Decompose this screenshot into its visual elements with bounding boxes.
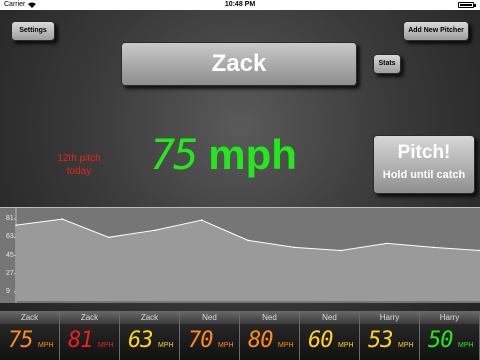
- speed-unit: mph: [208, 131, 297, 178]
- history-pitcher-name: Zack: [60, 311, 119, 324]
- history-pitcher-name: Harry: [420, 311, 479, 324]
- speed-point: [61, 218, 64, 220]
- speed-history-chart: 81 63 45 27 9: [0, 207, 480, 303]
- history-speed-unit: MPH: [278, 342, 294, 349]
- speed-readout: 75 mph: [150, 130, 297, 180]
- history-speed-unit: MPH: [338, 342, 354, 349]
- history-speed-value: 60: [308, 328, 333, 353]
- status-time: 10:48 PM: [224, 1, 256, 8]
- speed-point: [154, 229, 156, 232]
- history-cell: Ned 80 MPH: [240, 311, 300, 360]
- y-tick-label: 81: [6, 215, 14, 223]
- history-speed-unit: MPH: [458, 342, 474, 349]
- history-speed-unit: MPH: [398, 342, 414, 349]
- history-speed-value: 80: [248, 328, 273, 353]
- speed-point: [247, 239, 249, 242]
- history-speed-unit: MPH: [218, 342, 234, 349]
- speed-value: 75: [150, 130, 199, 179]
- history-speed-value: 53: [368, 328, 393, 353]
- history-speed-value: 70: [188, 328, 213, 353]
- y-tick-label: 45: [6, 251, 14, 259]
- history-cell: Ned 70 MPH: [180, 311, 240, 360]
- history-cell: Zack 81 MPH: [60, 311, 120, 360]
- pitch-button-subtitle: Hold until catch: [382, 169, 466, 181]
- y-tick-label: 9: [6, 287, 10, 295]
- history-speed-unit: MPH: [158, 342, 174, 349]
- history-pitcher-name: Ned: [240, 311, 299, 324]
- pitch-count-line1: 12th pitch: [57, 153, 101, 164]
- pitch-history-strip: Zack 75 MPH Zack 81 MPH Zack 63 MPH Ned 70 MPH Ned 80…: [0, 311, 480, 360]
- add-new-pitcher-button[interactable]: Add New Pitcher: [403, 21, 469, 41]
- history-speed-value: 81: [68, 328, 93, 353]
- history-cell: Harry 50 MPH: [420, 311, 480, 360]
- battery-icon: [458, 2, 474, 8]
- speed-point: [293, 246, 296, 249]
- history-cell: Zack 75 MPH: [0, 311, 60, 360]
- pitch-count-line2: today: [66, 166, 92, 177]
- speed-point: [108, 236, 110, 239]
- status-bar: Carrier 10:48 PM: [0, 0, 480, 10]
- history-speed-value: 50: [428, 328, 453, 353]
- stats-button[interactable]: Stats: [373, 54, 401, 74]
- speed-area: [16, 219, 480, 301]
- speed-point: [340, 249, 342, 252]
- y-tick-label: 63: [6, 233, 14, 241]
- speed-point: [15, 224, 17, 226]
- history-speed-value: 75: [8, 328, 33, 353]
- history-pitcher-name: Ned: [180, 311, 239, 324]
- pitch-count-label: 12th pitch today: [44, 152, 114, 178]
- pitcher-name-button[interactable]: Zack: [121, 42, 357, 86]
- history-pitcher-name: Harry: [360, 311, 419, 324]
- speed-point: [432, 246, 435, 249]
- history-cell: Harry 53 MPH: [360, 311, 420, 360]
- history-pitcher-name: Ned: [300, 311, 359, 324]
- history-speed-value: 63: [128, 328, 153, 353]
- history-speed-unit: MPH: [98, 342, 114, 349]
- speed-point: [200, 219, 203, 221]
- pitch-button[interactable]: Pitch! Hold until catch: [373, 135, 475, 194]
- battery-tip: [474, 4, 476, 7]
- history-speed-unit: MPH: [38, 342, 54, 349]
- history-pitcher-name: Zack: [0, 311, 59, 324]
- history-pitcher-name: Zack: [120, 311, 179, 324]
- history-cell: Ned 60 MPH: [300, 311, 360, 360]
- speed-history-plot: [14, 208, 480, 303]
- speed-point: [386, 242, 389, 245]
- history-cell: Zack 63 MPH: [120, 311, 180, 360]
- pitch-button-title: Pitch!: [397, 142, 451, 163]
- y-tick-label: 27: [6, 269, 14, 277]
- settings-button[interactable]: Settings: [11, 21, 55, 41]
